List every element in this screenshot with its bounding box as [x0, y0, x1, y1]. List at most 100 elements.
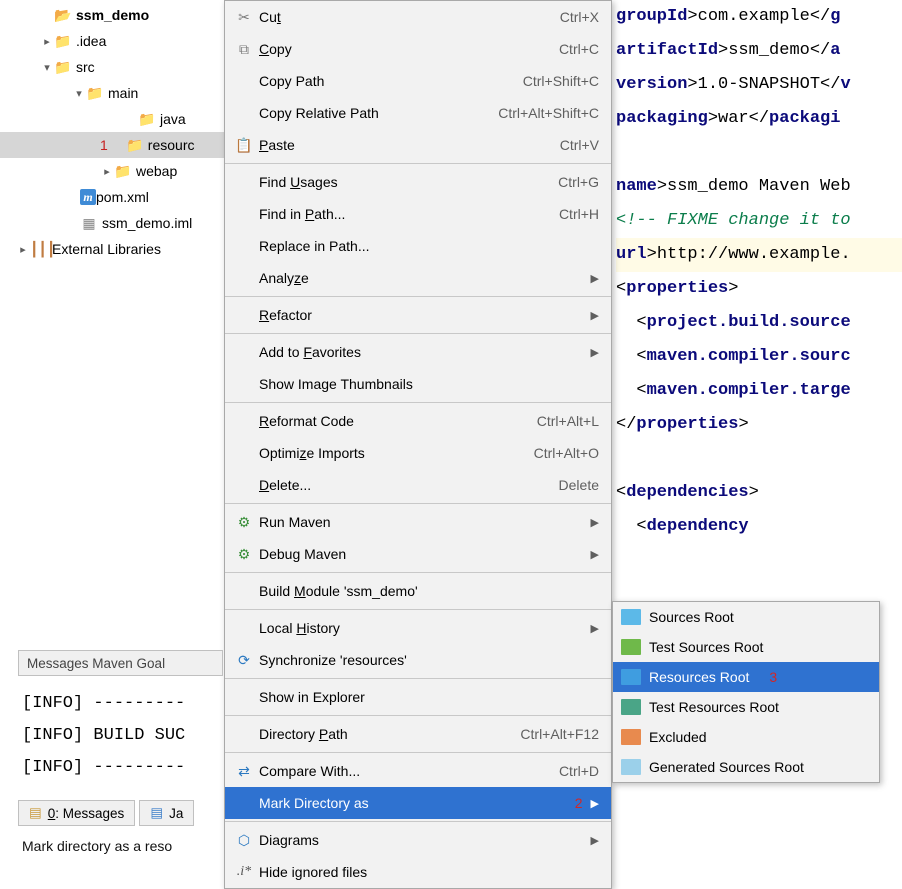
diff-ic-icon: ⇄	[233, 763, 255, 780]
submenu-item-test-sources-root[interactable]: Test Sources Root	[613, 632, 879, 662]
tab-messages-label: 0: Messages	[48, 806, 125, 821]
tree-item-resourc[interactable]: 1📁 resourc	[0, 132, 230, 158]
tree-item-java[interactable]: 📁 java	[0, 106, 230, 132]
menu-shortcut: Ctrl+Alt+O	[524, 445, 599, 461]
expand-arrow-icon[interactable]: ▸	[100, 165, 114, 178]
menu-shortcut: Ctrl+Shift+C	[513, 73, 599, 89]
menu-shortcut: Ctrl+V	[550, 137, 599, 153]
menu-item-compare-with[interactable]: ⇄Compare With...Ctrl+D	[225, 755, 611, 787]
menu-item-run-maven[interactable]: ⚙Run Maven▶	[225, 506, 611, 538]
menu-shortcut: Delete	[549, 477, 599, 493]
source-folder-icon: 📁	[138, 111, 156, 128]
expand-arrow-icon[interactable]: ▸	[16, 243, 30, 256]
root-type-icon	[621, 759, 641, 775]
menu-item-optimize-imports[interactable]: Optimize ImportsCtrl+Alt+O	[225, 437, 611, 469]
code-line	[616, 442, 902, 476]
submenu-item-excluded[interactable]: Excluded	[613, 722, 879, 752]
menu-item-copy[interactable]: ⧉CopyCtrl+C	[225, 33, 611, 65]
menu-item-directory-path[interactable]: Directory PathCtrl+Alt+F12	[225, 718, 611, 750]
tree-item-external-libraries[interactable]: ▸┃┃┃ External Libraries	[0, 236, 230, 262]
menu-item-hide-ignored-files[interactable]: .i*Hide ignored files	[225, 856, 611, 888]
menu-item-debug-maven[interactable]: ⚙Debug Maven▶	[225, 538, 611, 570]
menu-item-delete[interactable]: Delete...Delete	[225, 469, 611, 501]
expand-arrow-icon[interactable]: ▸	[40, 35, 54, 48]
expand-arrow-icon[interactable]: ▾	[40, 61, 54, 74]
log-line: [INFO] ---------	[22, 752, 185, 784]
paste-ic-icon: 📋	[233, 137, 255, 154]
menu-shortcut: Ctrl+X	[550, 9, 599, 25]
menu-separator	[225, 296, 611, 297]
menu-item-label: Hide ignored files	[255, 864, 599, 880]
menu-item-label: Show in Explorer	[255, 689, 599, 705]
tree-item-ssm-demo[interactable]: 📂 ssm_demo	[0, 2, 230, 28]
tab-messages[interactable]: ▤ 0: Messages	[18, 800, 135, 826]
menu-item-cut[interactable]: ✂CutCtrl+X	[225, 1, 611, 33]
code-line: artifactId>ssm_demo</a	[616, 34, 902, 68]
menu-shortcut: Ctrl+Alt+F12	[510, 726, 599, 742]
menu-item-label: Reformat Code	[255, 413, 527, 429]
menu-item-paste[interactable]: 📋PasteCtrl+V	[225, 129, 611, 161]
menu-separator	[225, 402, 611, 403]
tree-item-main[interactable]: ▾📁 main	[0, 80, 230, 106]
library-icon: ┃┃┃	[30, 241, 48, 258]
menu-item-synchronize-resources[interactable]: ⟳Synchronize 'resources'	[225, 644, 611, 676]
tree-item-pom-xml[interactable]: m pom.xml	[0, 184, 230, 210]
menu-item-label: Copy	[255, 41, 549, 57]
code-line: version>1.0-SNAPSHOT</v	[616, 68, 902, 102]
submenu-item-resources-root[interactable]: Resources Root3	[613, 662, 879, 692]
menu-item-copy-path[interactable]: Copy PathCtrl+Shift+C	[225, 65, 611, 97]
annotation-marker-3: 3	[769, 669, 777, 685]
submenu-arrow-icon: ▶	[583, 516, 599, 529]
submenu-arrow-icon: ▶	[583, 309, 599, 322]
menu-item-label: Show Image Thumbnails	[255, 376, 599, 392]
menu-item-refactor[interactable]: Refactor▶	[225, 299, 611, 331]
menu-item-show-image-thumbnails[interactable]: Show Image Thumbnails	[225, 368, 611, 400]
menu-item-replace-in-path[interactable]: Replace in Path...	[225, 230, 611, 262]
menu-item-label: Diagrams	[255, 832, 583, 848]
status-bar-text: Mark directory as a reso	[22, 838, 172, 854]
submenu-item-sources-root[interactable]: Sources Root	[613, 602, 879, 632]
menu-item-analyze[interactable]: Analyze▶	[225, 262, 611, 294]
tree-item-label: ssm_demo.iml	[102, 215, 192, 231]
code-editor[interactable]: groupId>com.example</gartifactId>ssm_dem…	[612, 0, 902, 644]
tree-item-label: resourc	[148, 137, 195, 153]
menu-item-local-history[interactable]: Local History▶	[225, 612, 611, 644]
folder-icon: 📁	[54, 33, 72, 50]
menu-item-add-to-favorites[interactable]: Add to Favorites▶	[225, 336, 611, 368]
code-line: packaging>war</packagi	[616, 102, 902, 136]
menu-separator	[225, 333, 611, 334]
menu-item-show-in-explorer[interactable]: Show in Explorer	[225, 681, 611, 713]
menu-item-find-usages[interactable]: Find UsagesCtrl+G	[225, 166, 611, 198]
menu-item-find-in-path[interactable]: Find in Path...Ctrl+H	[225, 198, 611, 230]
submenu-item-label: Test Sources Root	[649, 639, 763, 655]
tree-item-ssm-demo-iml[interactable]: ▦ ssm_demo.iml	[0, 210, 230, 236]
submenu-item-generated-sources-root[interactable]: Generated Sources Root	[613, 752, 879, 782]
folder-icon: ▦	[80, 215, 98, 232]
menu-item-label: Find Usages	[255, 174, 548, 190]
expand-arrow-icon[interactable]: ▾	[72, 87, 86, 100]
root-type-icon	[621, 609, 641, 625]
tree-item-label: main	[108, 85, 138, 101]
code-line: <dependency	[616, 510, 902, 544]
menu-item-diagrams[interactable]: ⬡Diagrams▶	[225, 824, 611, 856]
tab-java[interactable]: ▤ Ja	[139, 800, 194, 826]
submenu-arrow-icon: ▶	[583, 346, 599, 359]
submenu-item-label: Generated Sources Root	[649, 759, 804, 775]
tree-item--idea[interactable]: ▸📁 .idea	[0, 28, 230, 54]
menu-separator	[225, 678, 611, 679]
maven-icon: m	[80, 189, 96, 205]
menu-item-mark-directory-as[interactable]: Mark Directory as2▶	[225, 787, 611, 819]
tree-item-src[interactable]: ▾📁 src	[0, 54, 230, 80]
menu-separator	[225, 715, 611, 716]
messages-panel-header[interactable]: Messages Maven Goal	[18, 650, 223, 676]
tree-item-webap[interactable]: ▸📁 webap	[0, 158, 230, 184]
submenu-arrow-icon: ▶	[583, 622, 599, 635]
root-type-icon	[621, 639, 641, 655]
menu-item-label: Directory Path	[255, 726, 510, 742]
tree-item-label: ssm_demo	[76, 7, 149, 23]
menu-item-build-module-ssm-demo[interactable]: Build Module 'ssm_demo'	[225, 575, 611, 607]
submenu-item-test-resources-root[interactable]: Test Resources Root	[613, 692, 879, 722]
folder-icon: 📁	[86, 85, 104, 102]
menu-item-reformat-code[interactable]: Reformat CodeCtrl+Alt+L	[225, 405, 611, 437]
menu-item-copy-relative-path[interactable]: Copy Relative PathCtrl+Alt+Shift+C	[225, 97, 611, 129]
